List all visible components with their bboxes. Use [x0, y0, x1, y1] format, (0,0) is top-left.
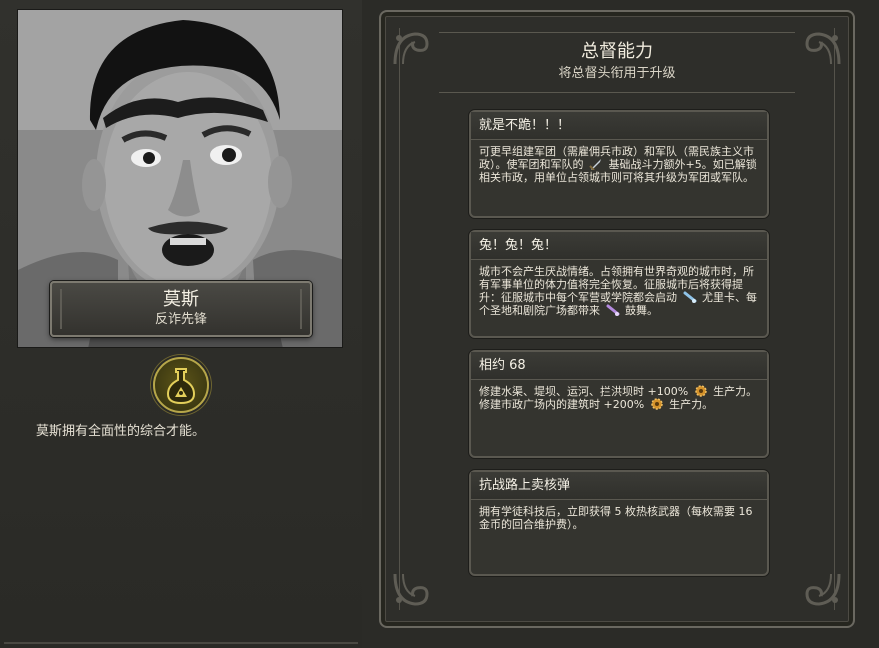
combat-strength-icon — [589, 159, 601, 170]
leader-name-plate: 莫斯 反诈先锋 — [50, 281, 312, 337]
corner-ornament-icon — [393, 573, 429, 606]
ability-card[interactable]: 抗战路上卖核弹 拥有学徒科技后，立即获得 5 枚热核武器（每枚需要 16 金币的… — [469, 470, 769, 576]
corner-ornament-icon — [805, 573, 841, 606]
governor-flask-icon[interactable] — [153, 357, 209, 413]
ability-description: 修建水渠、堤坝、运河、拦洪坝时 +100% 生产力。修建市政广场内的建筑时 +2… — [471, 380, 767, 411]
governor-abilities-panel: 总督能力 将总督头衔用于升级 就是不跪！！！ 可更早组建军团（需雇佣兵市政）和军… — [379, 10, 855, 628]
panel-heading: 总督能力 将总督头衔用于升级 — [381, 40, 853, 84]
leader-name: 莫斯 — [163, 289, 199, 310]
heading-divider — [439, 92, 795, 93]
heading-divider — [439, 32, 795, 33]
ability-name: 就是不跪！！！ — [471, 112, 767, 140]
ability-card[interactable]: 就是不跪！！！ 可更早组建军团（需雇佣兵市政）和军队（需民族主义市政）。使军团和… — [469, 110, 769, 218]
ability-text: 鼓舞。 — [625, 304, 658, 317]
ability-name: 相约 68 — [471, 352, 767, 380]
ability-card[interactable]: 兔！兔！兔！ 城市不会产生厌战情绪。占领拥有世界奇观的城市时，所有军事单位的体力… — [469, 230, 769, 338]
ability-text: 拥有学徒科技后，立即获得 5 枚热核武器（每枚需要 16 金币的回合维护费）。 — [479, 505, 753, 531]
science-icon — [683, 291, 696, 303]
ability-text: 生产力。 — [669, 398, 714, 411]
leader-title: 反诈先锋 — [154, 312, 207, 327]
ability-card[interactable]: 相约 68 修建水渠、堤坝、运河、拦洪坝时 +100% 生产力。修建市政广场内的… — [469, 350, 769, 458]
ability-name: 抗战路上卖核弹 — [471, 472, 767, 500]
ability-description: 拥有学徒科技后，立即获得 5 枚热核武器（每枚需要 16 金币的回合维护费）。 — [471, 500, 767, 531]
panel-title: 总督能力 — [581, 41, 653, 62]
leader-panel: 莫斯 反诈先锋 莫斯拥有全面性的综合才能。 — [0, 0, 362, 648]
production-icon — [650, 398, 663, 410]
leader-description: 莫斯拥有全面性的综合才能。 — [36, 424, 206, 439]
ability-description: 城市不会产生厌战情绪。占领拥有世界奇观的城市时，所有军事单位的体力值将完全恢复。… — [471, 260, 767, 317]
culture-icon — [606, 304, 619, 316]
panel-subtitle: 将总督头衔用于升级 — [558, 66, 676, 81]
production-icon — [694, 385, 707, 397]
ability-description: 可更早组建军团（需雇佣兵市政）和军队（需民族主义市政）。使军团和军队的 基础战斗… — [471, 140, 767, 184]
ability-text: 修建水渠、堤坝、运河、拦洪坝时 +100% — [479, 385, 689, 398]
ability-name: 兔！兔！兔！ — [471, 232, 767, 260]
